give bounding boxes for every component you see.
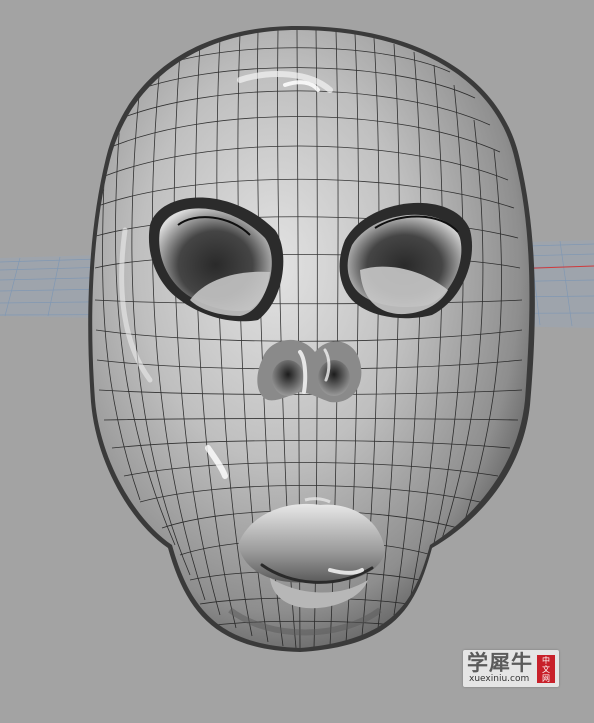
watermark-url: xuexiniu.com <box>469 674 530 684</box>
3d-viewport[interactable]: 学犀牛 xuexiniu.com 中 文 网 <box>0 0 594 723</box>
left-nostril <box>272 360 304 396</box>
watermark-brand: 学犀牛 <box>467 650 533 675</box>
watermark-logo: 学犀牛 xuexiniu.com 中 文 网 <box>463 650 559 687</box>
viewport-canvas[interactable] <box>0 0 594 723</box>
seal-char: 网 <box>542 674 550 683</box>
watermark-seal: 中 文 网 <box>537 655 555 683</box>
seal-char: 中 <box>542 656 550 665</box>
nose <box>257 339 362 403</box>
seal-char: 文 <box>542 665 550 674</box>
right-nostril <box>318 360 350 396</box>
